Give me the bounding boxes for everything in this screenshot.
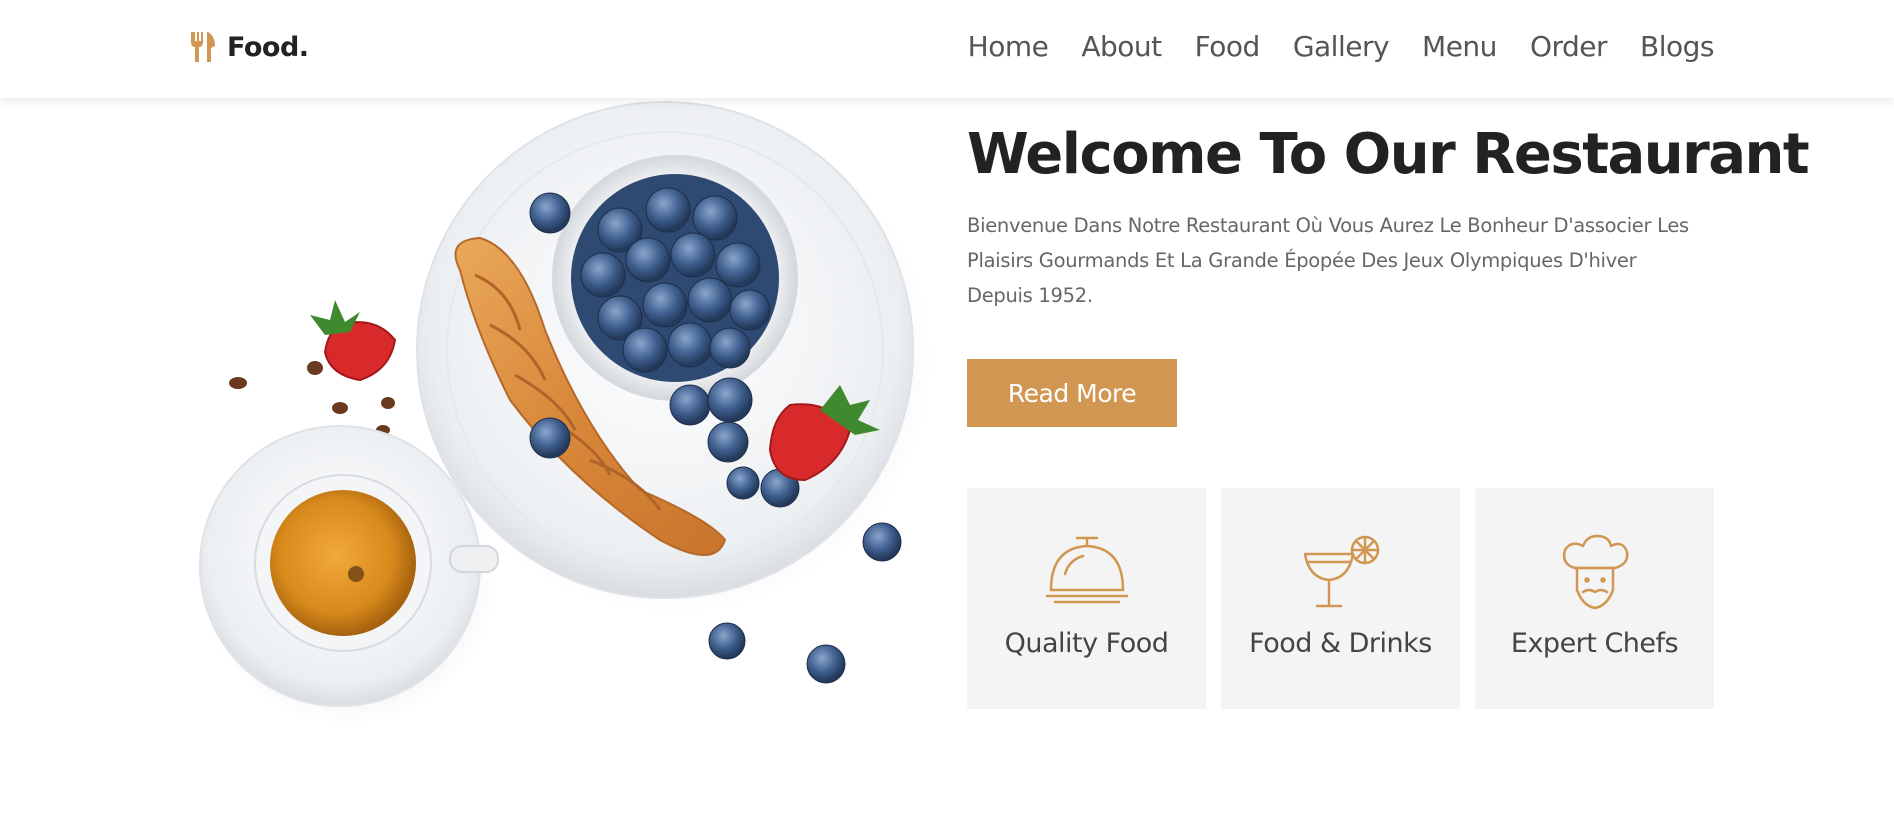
nav-blogs[interactable]: Blogs [1640, 30, 1714, 63]
nav-gallery[interactable]: Gallery [1293, 30, 1390, 63]
read-more-button[interactable]: Read More [967, 359, 1177, 427]
chef-icon [1562, 534, 1628, 610]
page-title: Welcome To Our Restaurant [967, 122, 1810, 187]
nav-about[interactable]: About [1081, 30, 1162, 63]
feature-label: Expert Chefs [1510, 628, 1679, 659]
feature-card-expert-chefs[interactable]: Expert Chefs [1475, 488, 1714, 709]
nav-menu[interactable]: Menu [1422, 30, 1497, 63]
main-nav: Home About Food Gallery Menu Order Blogs [935, 30, 1715, 63]
logo-text: Food. [227, 31, 309, 63]
feature-label: Food & Drinks [1249, 628, 1432, 659]
cloche-icon [1045, 536, 1128, 604]
feature-card-quality-food[interactable]: Quality Food [967, 488, 1206, 709]
feature-label: Quality Food [1004, 628, 1169, 659]
hero-food-image [199, 101, 930, 725]
nav-order[interactable]: Order [1530, 30, 1608, 63]
fork-knife-icon [191, 32, 215, 62]
features-row: Quality Food Food & Drinks Expert Chefs [967, 488, 1714, 709]
logo[interactable]: Food. [189, 30, 309, 64]
nav-food[interactable]: Food [1195, 30, 1261, 63]
feature-card-food-drinks[interactable]: Food & Drinks [1221, 488, 1460, 709]
nav-home[interactable]: Home [968, 30, 1049, 63]
site-header: Food. Home About Food Gallery Menu Order… [0, 0, 1894, 98]
hero-description: Bienvenue Dans Notre Restaurant Où Vous … [967, 214, 1689, 307]
cocktail-icon [1303, 535, 1379, 608]
